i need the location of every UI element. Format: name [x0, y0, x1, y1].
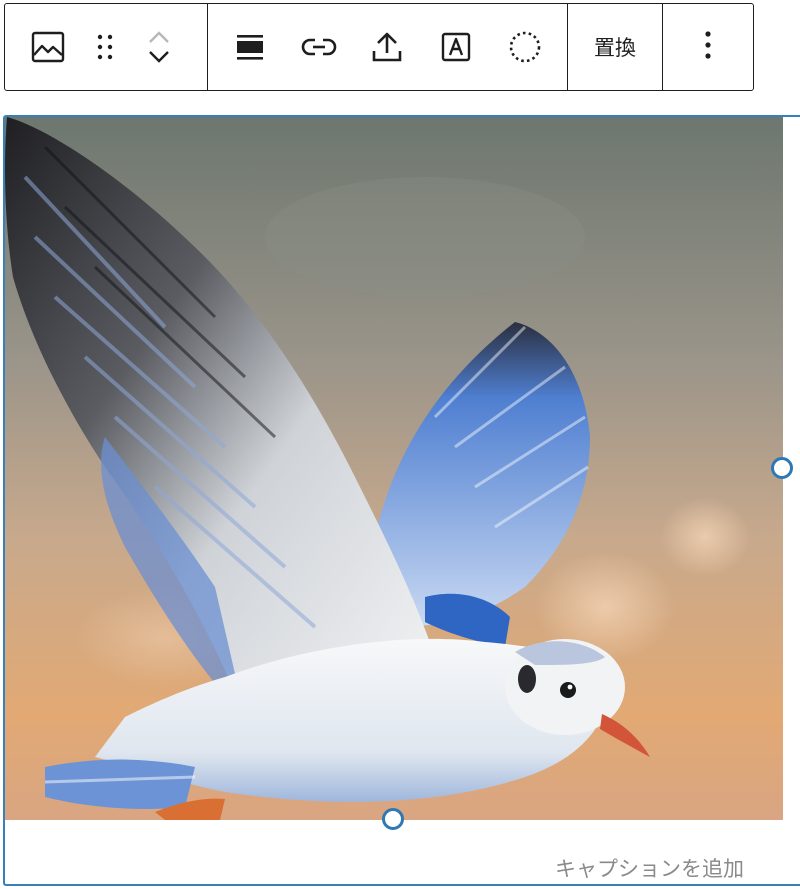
move-down-icon [149, 51, 169, 63]
text-overlay-icon [441, 32, 471, 62]
drag-button[interactable] [81, 14, 129, 80]
replace-button[interactable]: 置換 [568, 4, 662, 90]
align-icon [235, 33, 265, 61]
align-button[interactable] [217, 14, 283, 80]
caption-placeholder[interactable]: キャプションを追加 [555, 853, 744, 883]
link-icon [301, 36, 337, 58]
image-block[interactable]: キャプションを追加 [3, 115, 800, 886]
text-overlay-button[interactable] [423, 14, 489, 80]
crop-circle-icon [508, 30, 542, 64]
link-button[interactable] [286, 14, 352, 80]
block-type-button[interactable] [15, 14, 81, 80]
editor-canvas: 置換 キャプションを追加 [0, 0, 800, 889]
resize-handle-right[interactable] [771, 457, 793, 479]
more-options-icon [704, 30, 712, 64]
block-controls-group [5, 4, 207, 90]
more-options-button[interactable] [663, 4, 753, 90]
image-icon [31, 31, 65, 63]
replace-group: 置換 [567, 4, 662, 90]
resize-handle-bottom[interactable] [382, 808, 404, 830]
move-up-button[interactable] [147, 30, 171, 44]
crop-button[interactable] [492, 14, 558, 80]
drag-handle-icon [96, 33, 114, 61]
move-up-icon [149, 31, 169, 43]
upload-icon [371, 31, 403, 63]
upload-button[interactable] [354, 14, 420, 80]
block-mover [129, 14, 189, 80]
block-toolbar: 置換 [4, 3, 754, 91]
image-tools-group [207, 4, 567, 90]
more-group [662, 4, 753, 90]
move-down-button[interactable] [147, 50, 171, 64]
seagull-photo[interactable] [5, 117, 783, 820]
